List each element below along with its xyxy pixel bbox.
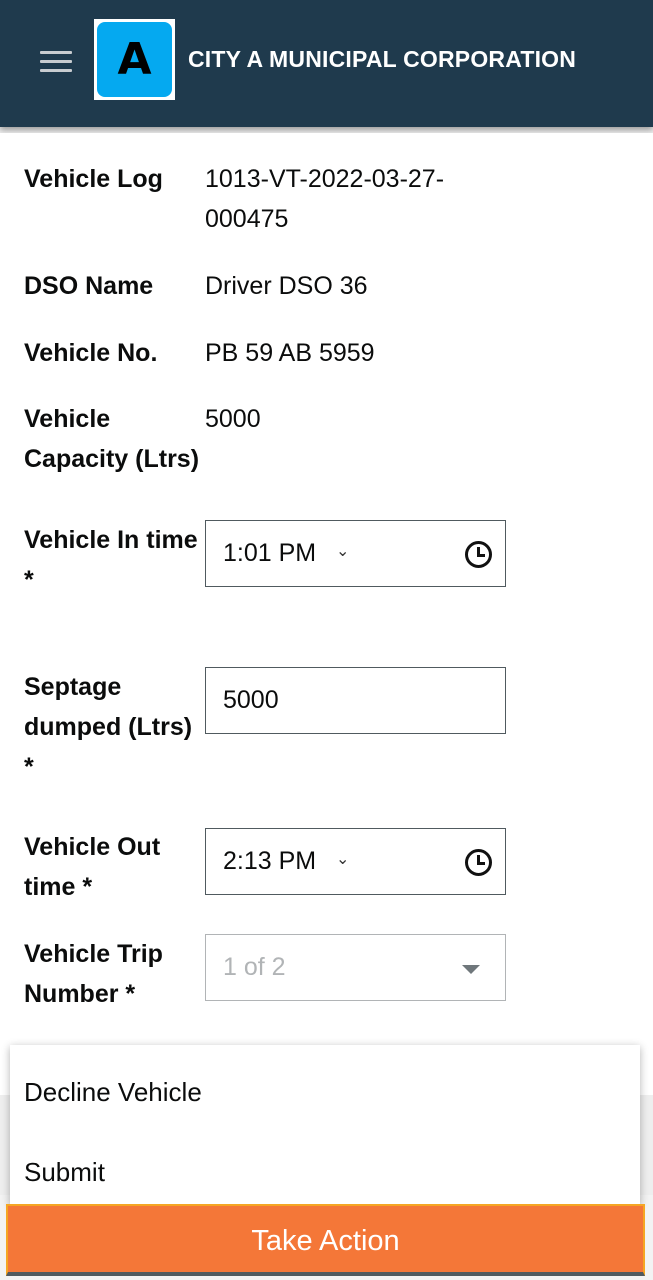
vehicle-out-time-label-line1: Vehicle Out	[24, 833, 161, 861]
vehicle-out-time-label: Vehicle Out time *	[24, 827, 204, 907]
vehicle-in-time-label: Vehicle In time *	[24, 520, 204, 600]
vehicle-trip-number-label-line1: Vehicle Trip	[24, 940, 163, 968]
vehicle-capacity-value: 5000	[205, 405, 261, 433]
city-logo: A	[94, 19, 175, 100]
dso-name-value: Driver DSO 36	[205, 272, 368, 300]
app-header: A CITY A MUNICIPAL CORPORATION	[0, 0, 653, 127]
septage-dumped-input[interactable]: 5000	[205, 667, 506, 734]
septage-dumped-value: 5000	[223, 686, 279, 714]
vehicle-log-value-line2: 000475	[205, 205, 289, 233]
vehicle-no-label: Vehicle No.	[24, 339, 158, 367]
vehicle-trip-number-label: Vehicle Trip Number *	[24, 934, 204, 1014]
clock-icon[interactable]	[465, 541, 492, 568]
action-menu: Decline Vehicle Submit	[10, 1045, 640, 1205]
logo-letter: A	[97, 22, 172, 97]
header-title: CITY A MUNICIPAL CORPORATION	[188, 46, 577, 72]
vehicle-out-time-input[interactable]: 2:13 PM ⌄	[205, 828, 506, 895]
dso-name-row: DSO Name Driver DSO 36	[24, 266, 634, 306]
vehicle-in-time-value: 1:01 PM	[223, 539, 317, 567]
vehicle-in-time-label-line2: *	[24, 566, 34, 594]
vehicle-no-value: PB 59 AB 5959	[205, 339, 375, 367]
vehicle-out-time-value: 2:13 PM	[223, 847, 317, 875]
chevron-down-icon[interactable]: ⌄	[336, 849, 349, 869]
septage-dumped-label-line3: *	[24, 753, 34, 781]
take-action-button[interactable]: Take Action	[6, 1204, 645, 1276]
vehicle-log-value: 1013-VT-2022-03-27- 000475	[205, 159, 485, 239]
septage-dumped-label-line2: dumped (Ltrs)	[24, 713, 193, 741]
vehicle-capacity-label-line2: Capacity (Ltrs)	[24, 445, 200, 473]
vehicle-log-value-line1: 1013-VT-2022-03-27-	[205, 165, 445, 193]
vehicle-trip-number-value: 1 of 2	[223, 953, 286, 981]
vehicle-details-card: Vehicle Log 1013-VT-2022-03-27- 000475 D…	[0, 133, 653, 1095]
septage-dumped-label-line1: Septage	[24, 673, 122, 701]
vehicle-no-row: Vehicle No. PB 59 AB 5959	[24, 333, 634, 373]
vehicle-in-time-label-line1: Vehicle In time	[24, 526, 198, 554]
decline-vehicle-menu-item[interactable]: Decline Vehicle	[24, 1077, 202, 1108]
septage-dumped-label: Septage dumped (Ltrs) *	[24, 667, 204, 787]
hamburger-menu-icon[interactable]	[40, 51, 74, 73]
dso-name-label: DSO Name	[24, 272, 154, 300]
clock-icon[interactable]	[465, 849, 492, 876]
vehicle-in-time-input[interactable]: 1:01 PM ⌄	[205, 520, 506, 587]
vehicle-log-label: Vehicle Log	[24, 165, 163, 193]
vehicle-capacity-label: Vehicle Capacity (Ltrs)	[24, 399, 204, 479]
vehicle-capacity-label-line1: Vehicle	[24, 405, 111, 433]
vehicle-trip-number-select[interactable]: 1 of 2	[205, 934, 506, 1001]
vehicle-trip-number-label-line2: Number *	[24, 980, 136, 1008]
dropdown-arrow-icon	[462, 965, 480, 974]
vehicle-out-time-label-line2: time *	[24, 873, 93, 901]
vehicle-log-row: Vehicle Log 1013-VT-2022-03-27- 000475	[24, 159, 634, 249]
vehicle-capacity-row: Vehicle Capacity (Ltrs) 5000	[24, 399, 634, 479]
chevron-down-icon[interactable]: ⌄	[336, 541, 349, 561]
submit-menu-item[interactable]: Submit	[24, 1157, 105, 1188]
